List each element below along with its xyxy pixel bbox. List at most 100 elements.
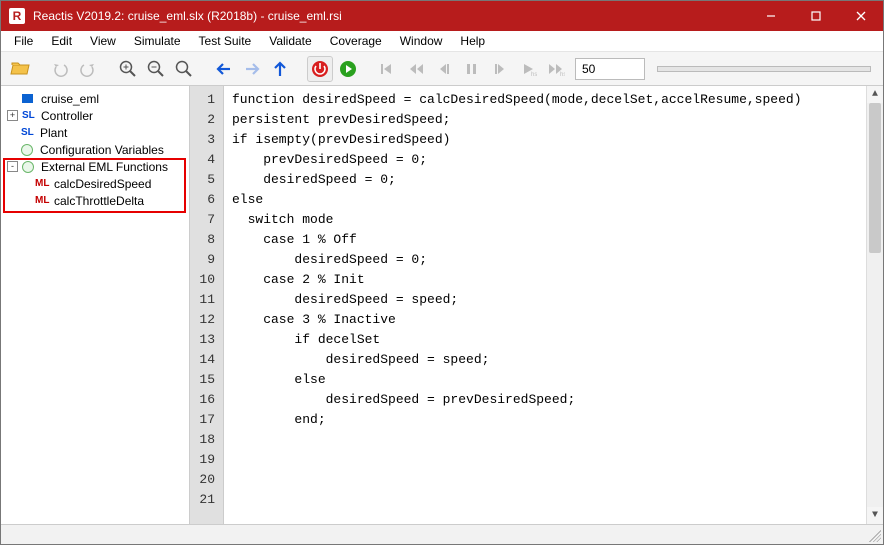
zoom-out-icon [146, 59, 166, 79]
code-line: prevDesiredSpeed = 0; [232, 150, 858, 170]
nav-back-button[interactable] [211, 56, 237, 82]
code-line: case 3 % Inactive [232, 310, 858, 330]
titlebar: R Reactis V2019.2: cruise_eml.slx (R2018… [1, 1, 883, 31]
power-icon [310, 59, 330, 79]
window-title: Reactis V2019.2: cruise_eml.slx (R2018b)… [33, 9, 748, 23]
line-number: 6 [196, 190, 215, 210]
sim-play-button[interactable]: hs [515, 56, 541, 82]
pause-icon [463, 60, 481, 78]
run-button[interactable] [335, 56, 361, 82]
line-number: 5 [196, 170, 215, 190]
folder-open-icon [9, 58, 31, 80]
sim-step-forward-button[interactable] [487, 56, 513, 82]
code-line: switch mode [232, 210, 858, 230]
tree-label: Plant [40, 126, 67, 140]
menu-edit[interactable]: Edit [42, 32, 81, 50]
redo-icon [78, 59, 98, 79]
line-number: 4 [196, 150, 215, 170]
code-line: desiredSpeed = 0; [232, 170, 858, 190]
line-gutter: 123456789101112131415161718192021 [190, 86, 224, 524]
zoom-out-button[interactable] [143, 56, 169, 82]
menu-simulate[interactable]: Simulate [125, 32, 190, 50]
sim-rewind-full-button[interactable] [375, 56, 401, 82]
code-line: function desiredSpeed = calcDesiredSpeed… [232, 90, 858, 110]
code-line: case 1 % Off [232, 230, 858, 250]
code-line: desiredSpeed = speed; [232, 350, 858, 370]
resize-grip-icon[interactable] [869, 530, 881, 542]
code-editor[interactable]: 123456789101112131415161718192021 functi… [190, 86, 883, 524]
arrow-left-icon [214, 59, 234, 79]
sim-pause-button[interactable] [459, 56, 485, 82]
scroll-thumb[interactable] [869, 103, 881, 253]
sim-slider[interactable] [657, 66, 871, 72]
tree-item-calc-desired-speed[interactable]: ML calcDesiredSpeed [1, 175, 189, 192]
circle-icon [22, 161, 38, 173]
line-number: 2 [196, 110, 215, 130]
nav-forward-button[interactable] [239, 56, 265, 82]
code-line: desiredSpeed = prevDesiredSpeed; [232, 390, 858, 410]
line-number: 17 [196, 410, 215, 430]
statusbar [1, 524, 883, 544]
scroll-up-icon[interactable]: ▲ [867, 86, 883, 103]
tree-label: calcThrottleDelta [54, 194, 144, 208]
tree-item-calc-throttle-delta[interactable]: ML calcThrottleDelta [1, 192, 189, 209]
tree-label: calcDesiredSpeed [54, 177, 151, 191]
tree-item-controller[interactable]: + SL Controller [1, 107, 189, 124]
step-count-input[interactable] [575, 58, 645, 80]
sim-step-back-button[interactable] [431, 56, 457, 82]
tree-item-eml-functions[interactable]: - External EML Functions [1, 158, 189, 175]
app-icon: R [9, 8, 25, 24]
expander-icon[interactable]: + [7, 110, 18, 121]
line-number: 1 [196, 90, 215, 110]
sim-fast-forward-button[interactable]: hs [543, 56, 569, 82]
zoom-in-icon [118, 59, 138, 79]
code-line: persistent prevDesiredSpeed; [232, 110, 858, 130]
menu-test-suite[interactable]: Test Suite [190, 32, 261, 50]
undo-button[interactable] [47, 56, 73, 82]
toolbar: hs hs [1, 52, 883, 86]
tree-root[interactable]: cruise_eml [1, 90, 189, 107]
code-line: desiredSpeed = speed; [232, 290, 858, 310]
zoom-in-button[interactable] [115, 56, 141, 82]
redo-button[interactable] [75, 56, 101, 82]
power-button[interactable] [307, 56, 333, 82]
open-button[interactable] [7, 56, 33, 82]
tree-item-config-vars[interactable]: Configuration Variables [1, 141, 189, 158]
close-button[interactable] [838, 1, 883, 31]
zoom-fit-button[interactable] [171, 56, 197, 82]
menu-help[interactable]: Help [451, 32, 494, 50]
play-icon: hs [519, 60, 537, 78]
menu-view[interactable]: View [81, 32, 125, 50]
line-number: 21 [196, 490, 215, 510]
line-number: 7 [196, 210, 215, 230]
menu-validate[interactable]: Validate [260, 32, 320, 50]
line-number: 18 [196, 430, 215, 450]
code-line: case 2 % Init [232, 270, 858, 290]
code-line: if decelSet [232, 330, 858, 350]
model-tree: cruise_eml + SL Controller SL Plant Conf… [1, 86, 190, 524]
expander-icon[interactable]: - [7, 161, 18, 172]
sim-rewind-button[interactable] [403, 56, 429, 82]
menu-file[interactable]: File [5, 32, 42, 50]
code-line: desiredSpeed = 0; [232, 250, 858, 270]
vertical-scrollbar[interactable]: ▲ ▼ [866, 86, 883, 524]
line-number: 11 [196, 290, 215, 310]
code-line: else [232, 190, 858, 210]
maximize-button[interactable] [793, 1, 838, 31]
scroll-down-icon[interactable]: ▼ [867, 507, 883, 524]
nav-up-button[interactable] [267, 56, 293, 82]
menu-window[interactable]: Window [391, 32, 452, 50]
line-number: 15 [196, 370, 215, 390]
sl-icon: SL [21, 127, 37, 138]
tree-label: Controller [41, 109, 93, 123]
menu-coverage[interactable]: Coverage [321, 32, 391, 50]
menubar: File Edit View Simulate Test Suite Valid… [1, 31, 883, 52]
line-number: 20 [196, 470, 215, 490]
tree-item-plant[interactable]: SL Plant [1, 124, 189, 141]
arrow-right-icon [242, 59, 262, 79]
skip-back-icon [379, 60, 397, 78]
circle-icon [21, 144, 37, 156]
code-area[interactable]: function desiredSpeed = calcDesiredSpeed… [224, 86, 866, 524]
sl-icon: SL [22, 110, 38, 121]
minimize-button[interactable] [748, 1, 793, 31]
